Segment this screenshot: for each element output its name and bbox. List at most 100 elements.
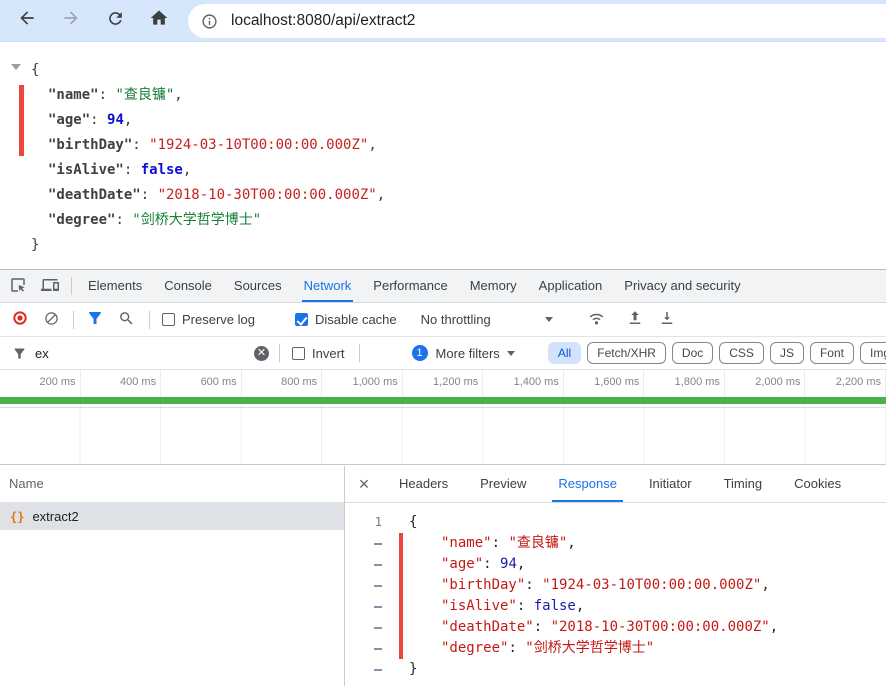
forward-button[interactable] — [54, 4, 88, 38]
network-filter-bar: ex ✕ Invert 1 More filters All Fetch/XHR… — [0, 337, 886, 370]
tab-network[interactable]: Network — [293, 270, 363, 302]
request-row[interactable]: {} extract2 — [0, 503, 344, 530]
overview-green-bar — [0, 397, 886, 404]
tab-response[interactable]: Response — [542, 466, 633, 502]
json-key: "birthDay" — [441, 577, 526, 593]
reload-icon — [106, 9, 125, 33]
download-icon — [658, 309, 676, 330]
back-button[interactable] — [10, 4, 44, 38]
json-separator: : — [132, 137, 150, 153]
dash-icon — [374, 563, 382, 566]
json-value: "查良镛" — [508, 535, 568, 551]
json-value: 94 — [500, 556, 517, 572]
clear-filter-button[interactable]: ✕ — [254, 345, 269, 361]
detail-tabbar: × Headers Preview Response Initiator Tim… — [345, 466, 886, 503]
json-collapse-triangle-icon[interactable] — [11, 64, 21, 70]
chevron-down-icon — [506, 350, 515, 356]
close-detail-button[interactable]: × — [351, 471, 377, 497]
block-icon — [44, 311, 59, 329]
preserve-log-checkbox[interactable]: Preserve log — [162, 312, 255, 327]
tab-timing[interactable]: Timing — [708, 466, 779, 502]
json-value: "剑桥大学哲学博士" — [525, 640, 655, 656]
response-editor: 1 { "name": "查良镛", "age": 94, "birthDay"… — [345, 503, 886, 686]
tab-console[interactable]: Console — [153, 270, 223, 302]
formatted-line-marker — [345, 554, 393, 575]
page-content: { "name": "查良镛", "age": 94, "birthDay": … — [0, 42, 886, 270]
type-filter-pill-css[interactable]: CSS — [719, 342, 764, 364]
json-separator: : — [115, 212, 133, 228]
record-icon — [12, 310, 28, 329]
type-filter-pill-js[interactable]: JS — [769, 342, 804, 364]
json-separator: : — [508, 640, 526, 656]
tab-memory[interactable]: Memory — [459, 270, 528, 302]
import-har-button[interactable] — [626, 309, 644, 330]
type-filter-pill-fetch-xhr[interactable]: Fetch/XHR — [587, 342, 666, 364]
throttling-select[interactable]: No throttling — [421, 312, 553, 327]
code-line: "birthDay": "1924-03-10T00:00:00.000Z", — [409, 575, 778, 596]
json-line: } — [31, 233, 385, 258]
type-filter-pill-all[interactable]: All — [547, 342, 582, 364]
filter-toggle-button[interactable] — [86, 309, 104, 330]
tab-initiator[interactable]: Initiator — [633, 466, 708, 502]
json-line: "name": "查良镛", — [31, 83, 385, 108]
tab-headers[interactable]: Headers — [383, 466, 464, 502]
network-search-button[interactable] — [118, 310, 135, 330]
formatted-line-marker — [345, 659, 393, 680]
invert-checkbox[interactable]: Invert — [292, 346, 345, 361]
column-header-name[interactable]: Name — [0, 466, 344, 503]
tab-privacy-and-security[interactable]: Privacy and security — [613, 270, 751, 302]
code-line: "name": "查良镛", — [409, 533, 778, 554]
network-conditions-button[interactable] — [587, 309, 606, 331]
more-filters-button[interactable]: More filters — [436, 346, 500, 361]
clear-log-button[interactable] — [44, 311, 59, 329]
json-open-brace: { — [409, 514, 418, 530]
inspect-element-button[interactable] — [2, 271, 34, 301]
checkbox-unchecked-icon — [292, 346, 305, 360]
type-filter-pill-img[interactable]: Img — [859, 342, 886, 364]
address-bar[interactable]: localhost:8080/api/extract2 — [188, 4, 886, 38]
export-har-button[interactable] — [658, 309, 676, 330]
tab-preview[interactable]: Preview — [464, 466, 542, 502]
home-button[interactable] — [142, 4, 176, 38]
type-filter-pill-doc[interactable]: Doc — [671, 342, 714, 364]
wifi-icon — [587, 309, 606, 331]
disable-cache-checkbox[interactable]: Disable cache — [294, 312, 397, 327]
checkbox-checked-icon — [294, 313, 308, 326]
record-button[interactable] — [12, 310, 28, 329]
json-key: "birthDay" — [48, 137, 133, 153]
tab-application[interactable]: Application — [528, 270, 614, 302]
json-close-brace: } — [409, 661, 418, 677]
json-pretty-view: { "name": "查良镛", "age": 94, "birthDay": … — [31, 58, 385, 258]
formatted-line-marker — [345, 638, 393, 659]
json-separator: : — [491, 535, 509, 551]
json-value: "2018-10-30T00:00:00.000Z" — [157, 187, 377, 203]
json-line: "isAlive": false, — [31, 158, 385, 183]
json-key: "isAlive" — [48, 162, 124, 178]
json-comma: , — [174, 87, 183, 103]
json-value: "1924-03-10T00:00:00.000Z" — [542, 577, 762, 593]
json-comma: , — [516, 556, 526, 572]
json-key: "degree" — [48, 212, 116, 228]
page-info-icon[interactable] — [201, 13, 218, 30]
tab-elements[interactable]: Elements — [77, 270, 153, 302]
network-overview[interactable]: 200 ms 400 ms 600 ms 800 ms 1,000 ms 1,2… — [0, 370, 886, 408]
filter-value: ex — [35, 345, 49, 361]
tab-sources[interactable]: Sources — [223, 270, 293, 302]
forward-arrow-icon — [61, 8, 81, 33]
json-comma: , — [575, 598, 585, 614]
tab-cookies[interactable]: Cookies — [778, 466, 857, 502]
json-comma: , — [761, 577, 770, 593]
reload-button[interactable] — [98, 4, 132, 38]
line-gutter: 1 — [345, 512, 393, 680]
request-detail-panel: × Headers Preview Response Initiator Tim… — [345, 466, 886, 686]
type-filter-pill-font[interactable]: Font — [809, 342, 854, 364]
filter-count-badge: 1 — [411, 345, 428, 361]
device-toolbar-button[interactable] — [34, 271, 66, 301]
tab-performance[interactable]: Performance — [362, 270, 458, 302]
json-open-brace: { — [31, 62, 40, 78]
error-marker-bar — [399, 533, 403, 659]
formatted-line-marker — [345, 617, 393, 638]
filter-input[interactable]: ex ✕ — [35, 345, 269, 361]
device-toolbar-icon — [41, 276, 59, 297]
json-separator: : — [533, 619, 551, 635]
